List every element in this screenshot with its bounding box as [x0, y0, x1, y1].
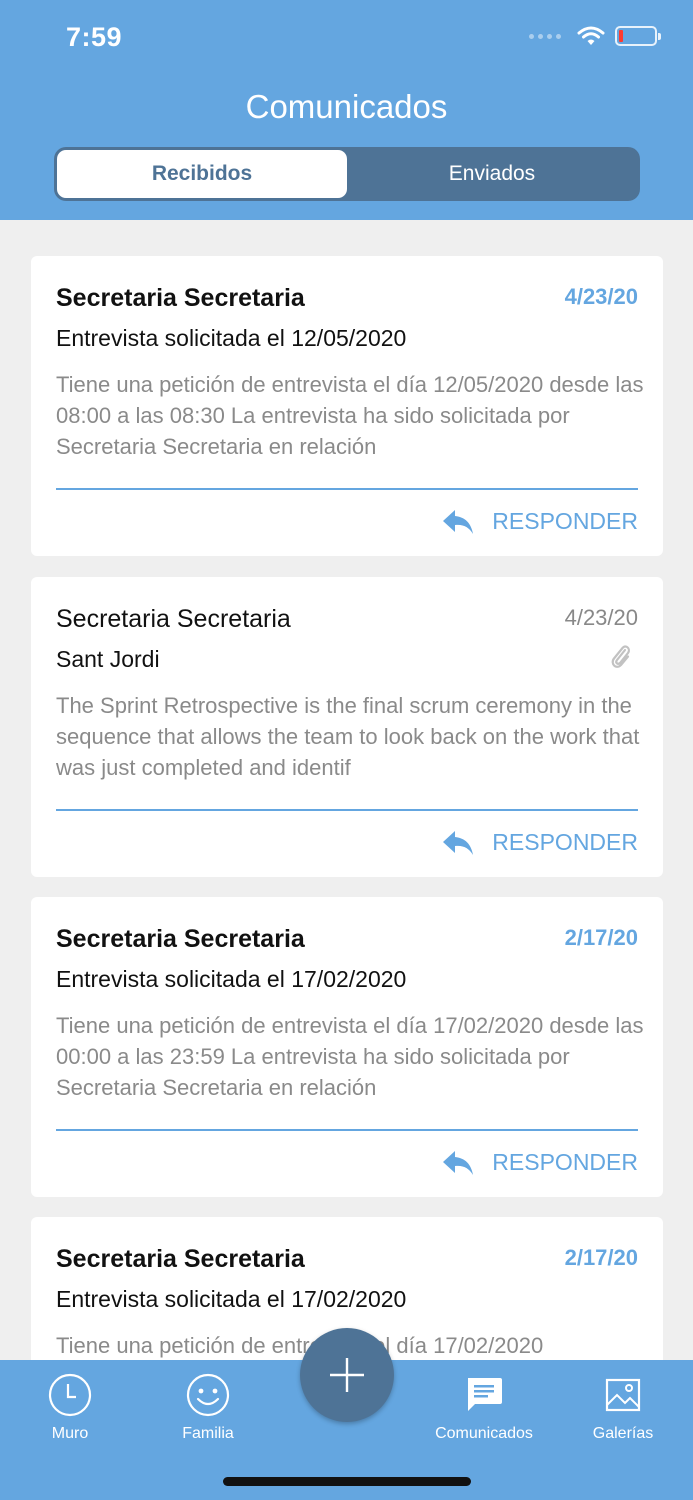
message-subject: Entrevista solicitada el 17/02/2020 — [56, 1286, 407, 1312]
app-header: 7:59 Comunicados Recibidos Enviados — [0, 0, 693, 220]
tab-label: Familia — [182, 1425, 234, 1442]
chat-icon — [468, 1378, 502, 1411]
tab-label: Muro — [51, 1425, 89, 1442]
home-indicator — [223, 1477, 471, 1486]
paperclip-icon — [611, 645, 630, 668]
page-title: Comunicados — [245, 88, 448, 125]
status-time: 7:59 — [66, 22, 123, 52]
reply-icon — [443, 830, 474, 855]
plus-icon — [330, 1358, 364, 1392]
reply-button[interactable]: RESPONDER — [442, 508, 638, 535]
tab-familia[interactable]: Familia — [170, 1372, 246, 1443]
divider — [56, 1129, 638, 1131]
message-subject: Entrevista solicitada el 12/05/2020 — [56, 325, 407, 351]
message-preview: The Sprint Retrospective is the final sc… — [56, 693, 640, 780]
reply-label: RESPONDER — [492, 829, 638, 855]
tab-muro[interactable]: Muro — [36, 1372, 104, 1443]
reply-button[interactable]: RESPONDER — [442, 829, 638, 856]
new-message-button[interactable] — [300, 1328, 394, 1422]
tab-enviados[interactable]: Enviados — [347, 150, 637, 198]
message-date: 4/23/20 — [564, 605, 638, 630]
message-subject: Entrevista solicitada el 17/02/2020 — [56, 966, 407, 992]
status-indicators — [529, 26, 661, 46]
message-card[interactable]: Secretaria Secretaria 2/17/20 Entrevista… — [31, 897, 663, 1197]
message-sender: Secretaria Secretaria — [56, 284, 305, 312]
message-card[interactable]: Secretaria Secretaria 4/23/20 Sant Jordi… — [31, 577, 663, 877]
message-card[interactable]: Secretaria Secretaria 4/23/20 Entrevista… — [31, 256, 663, 556]
message-date: 2/17/20 — [564, 925, 638, 950]
message-date: 4/23/20 — [564, 284, 638, 309]
message-preview: Tiene una petición de entrevista el día … — [56, 372, 644, 459]
clock-icon — [48, 1373, 92, 1417]
segmented-control: Recibidos Enviados — [54, 147, 640, 201]
divider — [56, 488, 638, 490]
tab-label: Comunicados — [435, 1425, 533, 1442]
signal-icon — [529, 33, 561, 39]
message-date: 2/17/20 — [564, 1245, 638, 1270]
reply-icon — [443, 509, 474, 534]
smiley-icon — [186, 1373, 230, 1417]
message-sender: Secretaria Secretaria — [56, 1245, 305, 1273]
reply-label: RESPONDER — [492, 508, 638, 534]
reply-label: RESPONDER — [492, 1149, 638, 1175]
message-preview: Tiene una petición de entrevista el día … — [56, 1013, 644, 1100]
tab-recibidos[interactable]: Recibidos — [57, 150, 347, 198]
tab-label: Galerías — [592, 1425, 654, 1442]
tab-galerias[interactable]: Galerías — [583, 1372, 663, 1443]
reply-button[interactable]: RESPONDER — [442, 1149, 638, 1176]
divider — [56, 809, 638, 811]
image-icon — [605, 1378, 641, 1412]
wifi-icon — [577, 26, 605, 45]
reply-icon — [443, 1150, 474, 1175]
battery-icon — [615, 26, 661, 46]
tab-comunicados[interactable]: Comunicados — [424, 1372, 544, 1443]
message-sender: Secretaria Secretaria — [56, 605, 291, 633]
message-sender: Secretaria Secretaria — [56, 925, 305, 953]
message-subject: Sant Jordi — [56, 646, 160, 672]
